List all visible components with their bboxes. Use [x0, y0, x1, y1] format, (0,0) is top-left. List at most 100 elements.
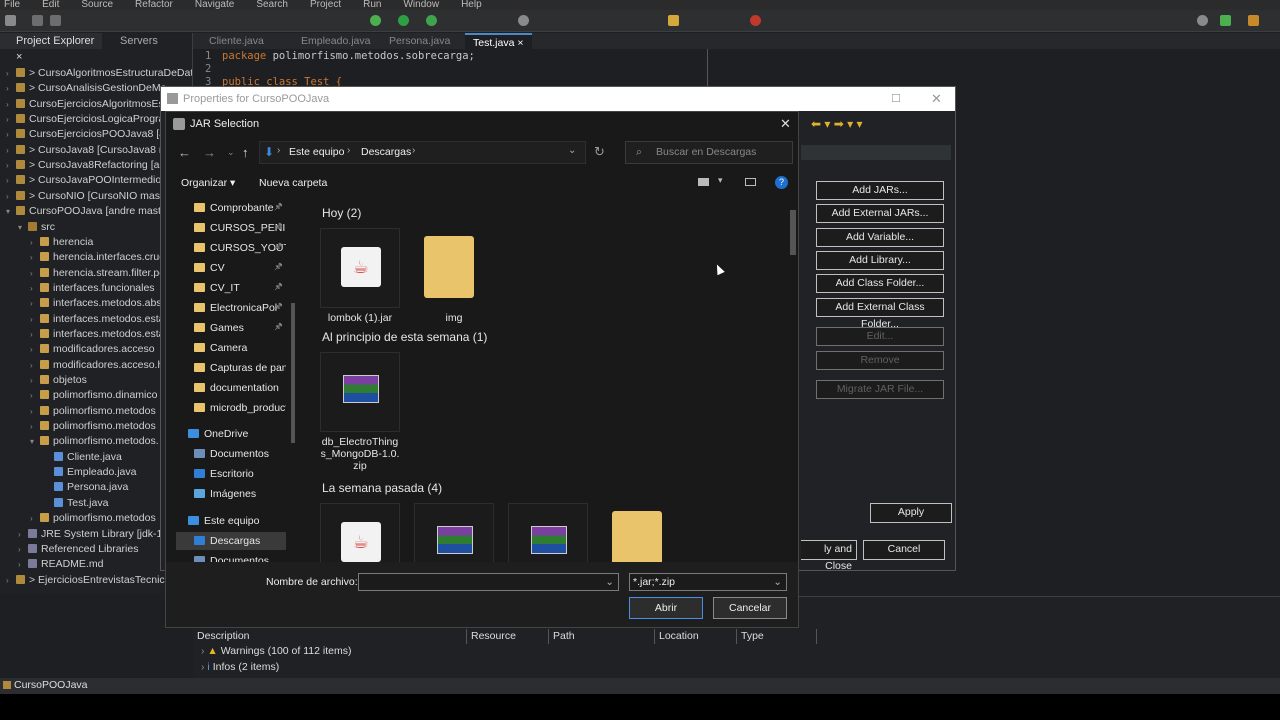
- cancel-button[interactable]: Cancel: [863, 540, 945, 560]
- chevron-right-icon[interactable]: ›: [30, 404, 40, 419]
- chevron-right-icon[interactable]: ›: [30, 511, 40, 526]
- chevron-down-icon[interactable]: ⌄: [568, 145, 576, 156]
- chevron-down-icon[interactable]: ⌄: [605, 574, 614, 590]
- menu-navigate[interactable]: Navigate: [195, 0, 234, 10]
- tree-item[interactable]: ▾ src: [18, 220, 55, 235]
- nav-location[interactable]: Este equipo: [188, 512, 286, 530]
- nav-location[interactable]: Descargas: [176, 532, 286, 550]
- preview-pane-icon[interactable]: [745, 178, 756, 186]
- nav-folder[interactable]: Comprobante 📌: [194, 199, 286, 217]
- property-button[interactable]: Migrate JAR File...: [816, 380, 944, 399]
- nav-folder[interactable]: Capturas de pant: [194, 359, 286, 377]
- property-button[interactable]: Add Library...: [816, 251, 944, 270]
- nav-folder[interactable]: documentation: [194, 379, 286, 397]
- property-button[interactable]: Add Class Folder...: [816, 274, 944, 293]
- chevron-right-icon[interactable]: ›: [30, 250, 40, 265]
- chevron-down-icon[interactable]: ⌄: [773, 574, 782, 590]
- file-item[interactable]: [508, 503, 588, 562]
- back-nav-icon[interactable]: [668, 15, 679, 26]
- tab-servers[interactable]: Servers: [104, 33, 174, 49]
- print-icon[interactable]: [50, 15, 61, 26]
- address-bar[interactable]: ⬇ › Este equipo › Descargas › ⌄: [259, 141, 586, 164]
- breadcrumb-downloads[interactable]: Descargas: [361, 146, 411, 158]
- file-item[interactable]: [414, 503, 494, 562]
- chevron-right-icon[interactable]: ›: [6, 97, 16, 112]
- tree-item[interactable]: › interfaces.metodos.esta: [30, 327, 164, 342]
- property-button[interactable]: Add Variable...: [816, 228, 944, 247]
- tree-item[interactable]: › interfaces.metodos.abs: [30, 296, 162, 311]
- tree-item[interactable]: › polimorfismo.metodos: [30, 404, 156, 419]
- menu-run[interactable]: Run: [363, 0, 381, 10]
- nav-folder[interactable]: microdb_product: [194, 399, 286, 417]
- coverage-icon[interactable]: [426, 15, 437, 26]
- perspective-icon[interactable]: [1220, 15, 1231, 26]
- file-item[interactable]: [320, 352, 400, 432]
- group-header[interactable]: Al principio de esta semana (1): [322, 330, 487, 344]
- chevron-right-icon[interactable]: ›: [30, 388, 40, 403]
- search-toolbar-icon[interactable]: [518, 15, 529, 26]
- close-icon[interactable]: ✕: [931, 87, 942, 111]
- file-item[interactable]: [602, 503, 682, 562]
- chevron-right-icon[interactable]: ›: [6, 189, 16, 204]
- nav-location[interactable]: Escritorio: [194, 465, 286, 483]
- tree-item[interactable]: › interfaces.funcionales: [30, 281, 155, 296]
- chevron-down-icon[interactable]: ▾: [30, 434, 40, 449]
- tree-item[interactable]: ▾ CursoPOOJava [andre master: [6, 204, 170, 219]
- tree-item[interactable]: › Referenced Libraries: [18, 542, 138, 557]
- chevron-right-icon[interactable]: ›: [6, 81, 16, 96]
- tree-item[interactable]: › polimorfismo.metodos: [30, 419, 156, 434]
- tree-item[interactable]: › CursoEjerciciosLogicaProgran: [6, 112, 170, 127]
- chevron-right-icon[interactable]: ›: [30, 312, 40, 327]
- tree-item[interactable]: › herencia.interfaces.crud: [30, 250, 165, 265]
- nav-folder[interactable]: CURSOS_YOUT 📌: [194, 239, 286, 257]
- nav-location[interactable]: OneDrive: [188, 425, 286, 443]
- code-editor[interactable]: 1 package polimorfismo.metodos.sobrecarg…: [193, 49, 708, 89]
- chevron-right-icon[interactable]: ›: [18, 557, 28, 572]
- chevron-right-icon[interactable]: ›: [30, 296, 40, 311]
- file-type-select[interactable]: *.jar;*.zip ⌄: [629, 573, 787, 591]
- tab-cliente[interactable]: Cliente.java: [209, 33, 264, 49]
- tree-item[interactable]: › modificadores.acceso.h: [30, 358, 163, 373]
- forward-icon[interactable]: →: [203, 145, 216, 160]
- tree-item[interactable]: › polimorfismo.metodos: [30, 511, 156, 526]
- tree-item[interactable]: › objetos: [30, 373, 87, 388]
- chevron-right-icon[interactable]: ›: [18, 527, 28, 542]
- file-item[interactable]: ☕: [320, 503, 400, 562]
- tab-persona[interactable]: Persona.java: [389, 33, 450, 49]
- tree-item[interactable]: › interfaces.metodos.esta: [30, 312, 164, 327]
- chevron-right-icon[interactable]: ›: [30, 373, 40, 388]
- help-icon[interactable]: ?: [775, 176, 788, 189]
- cancel-button[interactable]: Cancelar: [713, 597, 787, 619]
- open-button[interactable]: Abrir: [629, 597, 703, 619]
- tree-item[interactable]: › > CursoAnalisisGestionDeMe: [6, 81, 166, 96]
- nav-folder[interactable]: CV 📌: [194, 259, 286, 277]
- menu-source[interactable]: Source: [81, 0, 113, 10]
- breadcrumb-this-pc[interactable]: Este equipo: [289, 146, 344, 158]
- problems-row-warnings[interactable]: › ▲ Warnings (100 of 112 items): [201, 645, 351, 657]
- col-resource[interactable]: Resource: [467, 629, 549, 644]
- tree-item[interactable]: › > CursoAlgoritmosEstructuraDeDatc: [6, 66, 192, 81]
- back-icon[interactable]: ←: [178, 145, 191, 160]
- col-path[interactable]: Path: [549, 629, 655, 644]
- tree-item[interactable]: › > CursoJava8 [CursoJava8 ma: [6, 143, 173, 158]
- chevron-right-icon[interactable]: ›: [6, 143, 16, 158]
- tree-item[interactable]: › JRE System Library [jdk-12: [18, 527, 168, 542]
- menu-help[interactable]: Help: [461, 0, 482, 10]
- chevron-right-icon[interactable]: ›: [30, 281, 40, 296]
- col-description[interactable]: Description: [193, 629, 467, 644]
- menu-project[interactable]: Project: [310, 0, 341, 10]
- tree-item[interactable]: Cliente.java: [44, 450, 122, 465]
- nav-folder[interactable]: Camera: [194, 339, 286, 357]
- tab-empleado[interactable]: Empleado.java: [301, 33, 370, 49]
- nav-folder[interactable]: Games 📌: [194, 319, 286, 337]
- property-button[interactable]: Add External Class Folder...: [816, 298, 944, 330]
- search-input[interactable]: ⌕ Buscar en Descargas: [625, 141, 793, 164]
- tree-item[interactable]: Persona.java: [44, 480, 128, 495]
- run-icon[interactable]: [398, 15, 409, 26]
- nav-location[interactable]: Documentos: [194, 445, 286, 463]
- refresh-icon[interactable]: ↻: [594, 144, 605, 160]
- content-scrollbar[interactable]: [788, 198, 798, 560]
- tree-item[interactable]: › CursoEjerciciosPOOJava8 [anc: [6, 127, 176, 142]
- java-perspective-icon[interactable]: [1248, 15, 1259, 26]
- menu-search[interactable]: Search: [256, 0, 288, 10]
